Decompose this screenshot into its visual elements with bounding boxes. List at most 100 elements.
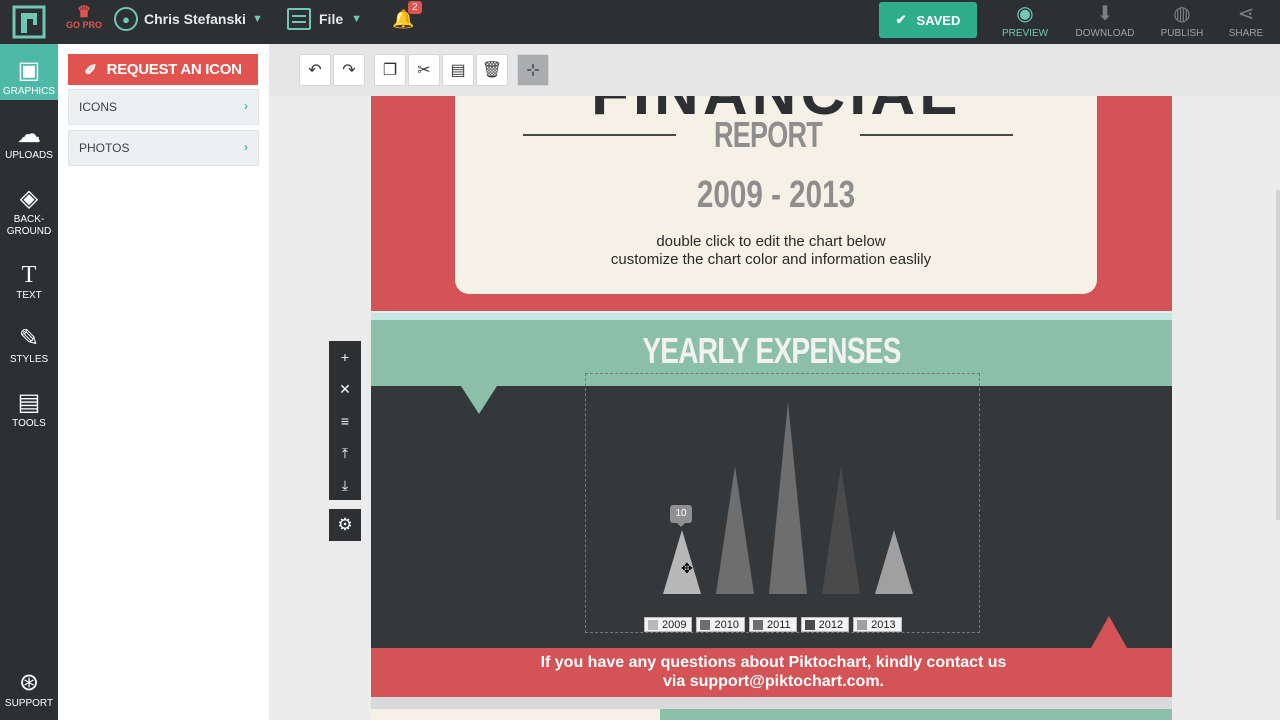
paste-button[interactable]: ▤	[442, 54, 474, 86]
copy-button[interactable]: ❐	[374, 54, 406, 86]
legend-label: 2009	[662, 618, 687, 631]
section-settings-button[interactable]: ⚙	[329, 509, 361, 541]
report-row: REPORT	[523, 114, 1014, 156]
preview-button[interactable]: ◉ PREVIEW	[1001, 0, 1049, 44]
contact-line1[interactable]: If you have any questions about Piktocha…	[371, 654, 1172, 672]
crown-icon: ♛	[76, 4, 92, 21]
section-title[interactable]: YEARLY EXPENSES	[459, 330, 1084, 372]
duplicate-section-button[interactable]: ≡	[329, 405, 361, 437]
title-card: FINANCIAL REPORT 2009 - 2013 double clic…	[455, 96, 1097, 294]
move-section-down-button[interactable]: ⤓	[329, 469, 361, 501]
share-icon: ⋖	[1237, 3, 1255, 25]
chevron-down-icon: ▼	[251, 13, 263, 25]
chart-legend: 2009 2010 2011 2012 2013	[644, 617, 902, 632]
chart-bar-2011[interactable]	[769, 402, 807, 594]
next-section-left	[371, 709, 660, 720]
rail-item-text[interactable]: T TEXT	[0, 260, 58, 302]
legend-swatch	[648, 619, 658, 630]
file-label: File	[319, 11, 344, 27]
rail-item-tools[interactable]: ▤ TOOLS	[0, 388, 58, 430]
chart-bar-2010[interactable]	[716, 466, 754, 594]
yearly-expenses-section[interactable]: YEARLY EXPENSES 10 2009 2010 2011 2012 2013 …	[371, 320, 1172, 648]
accordion-icons[interactable]: ICONS ›	[68, 89, 259, 125]
eye-icon: ◉	[1016, 3, 1034, 25]
close-icon: ✕	[339, 381, 351, 397]
redo-button[interactable]: ↷	[333, 54, 365, 86]
chart-svg	[663, 402, 913, 594]
move-section-up-button[interactable]: ⤒	[329, 437, 361, 469]
grid-guide-button[interactable]: ⊹	[517, 54, 549, 86]
duplicate-icon: ≡	[340, 413, 350, 429]
trash-icon: 🗑	[481, 62, 503, 79]
lifebuoy-icon: ⊛	[18, 669, 40, 696]
chevron-down-icon: ▼	[351, 13, 363, 25]
chart-bar-2013[interactable]	[875, 530, 913, 594]
rail-item-styles[interactable]: ✎ STYLES	[0, 324, 58, 366]
add-section-button[interactable]: +	[329, 341, 361, 373]
divider-line	[860, 134, 1014, 136]
footer-notch	[1091, 616, 1127, 648]
copy-icon: ❐	[382, 62, 398, 79]
image-icon: ▣	[17, 57, 41, 84]
share-button[interactable]: ⋖ SHARE	[1226, 0, 1266, 44]
notifications-button[interactable]: 🔔 2	[392, 1, 422, 30]
redo-icon: ↷	[342, 62, 356, 79]
legend-item-2011: 2011	[748, 617, 797, 632]
paint-bucket-icon: ◈	[19, 185, 39, 212]
rail-item-graphics[interactable]: ▣ GRAPHICS	[0, 44, 65, 100]
scissors-icon: ✂	[417, 62, 431, 79]
download-button[interactable]: ⬇ DOWNLOAD	[1073, 0, 1137, 44]
accordion-photos[interactable]: PHOTOS ›	[68, 130, 259, 166]
chart-container[interactable]: 10 2009 2010 2011 2012 2013 ✥	[585, 373, 980, 633]
year-range[interactable]: 2009 - 2013	[526, 174, 1027, 217]
legend-swatch	[804, 619, 815, 630]
header-notch	[461, 386, 497, 414]
check-icon: ✔	[895, 12, 907, 27]
saved-button[interactable]: ✔ SAVED	[879, 2, 977, 38]
file-icon	[287, 8, 311, 30]
legend-item-2013: 2013	[853, 617, 902, 632]
undo-icon: ↶	[308, 62, 322, 79]
crosshair-icon: ⊹	[526, 62, 540, 79]
left-rail: ▣ GRAPHICS ☁ UPLOADS ◈ BACK- GROUND T TE…	[0, 44, 65, 720]
top-bar: ♛ GO PRO ● Chris Stefanski ▼ File ▼ 🔔 2 …	[0, 0, 1280, 44]
legend-item-2010: 2010	[696, 617, 745, 632]
infographic-canvas[interactable]: FINANCIAL REPORT 2009 - 2013 double clic…	[371, 96, 1172, 720]
chart-tooltip: 10	[670, 505, 692, 527]
report-heading[interactable]: REPORT	[714, 114, 823, 156]
edit-toolbar: ↶ ↷ ❐ ✂ ▤ 🗑 ⊹	[269, 44, 1280, 96]
move-cursor-icon: ✥	[681, 560, 693, 576]
legend-item-2012: 2012	[800, 617, 850, 632]
legend-swatch	[700, 619, 711, 630]
user-menu[interactable]: ● Chris Stefanski ▼	[114, 7, 263, 31]
chevron-right-icon: ›	[244, 140, 248, 154]
edit-hint-line1[interactable]: double click to edit the chart below	[455, 233, 1087, 250]
user-icon: ●	[114, 7, 138, 31]
file-menu[interactable]: File ▼	[287, 8, 362, 30]
delete-button[interactable]: 🗑	[476, 54, 508, 86]
section-tools: + ✕ ≡ ⤒ ⤓	[329, 341, 361, 500]
undo-button[interactable]: ↶	[299, 54, 331, 86]
download-icon: ⬇	[1096, 3, 1114, 25]
contact-line2[interactable]: via support@piktochart.com.	[371, 673, 1172, 691]
piktochart-logo[interactable]	[0, 0, 58, 44]
pen-tool-icon: ✐	[84, 61, 97, 79]
divider-line	[523, 134, 676, 136]
request-icon-button[interactable]: ✐ REQUEST AN ICON	[68, 54, 258, 85]
styles-icon: ✎	[18, 325, 40, 352]
delete-section-button[interactable]: ✕	[329, 373, 361, 405]
gear-icon: ⚙	[337, 515, 353, 534]
edit-hint-line2[interactable]: customize the chart color and informatio…	[455, 251, 1087, 268]
rail-item-background[interactable]: ◈ BACK- GROUND	[0, 184, 58, 238]
cut-button[interactable]: ✂	[408, 54, 440, 86]
legend-label: 2010	[714, 618, 739, 631]
chart-bar-2012[interactable]	[822, 466, 860, 594]
rail-item-uploads[interactable]: ☁ UPLOADS	[0, 120, 58, 162]
rail-item-support[interactable]: ⊛ SUPPORT	[0, 668, 58, 710]
graphics-panel: ✐ REQUEST AN ICON ICONS › PHOTOS ›	[58, 44, 269, 720]
plus-icon: +	[340, 349, 350, 365]
publish-button[interactable]: ◍ PUBLISH	[1160, 0, 1204, 44]
legend-label: 2012	[818, 618, 844, 631]
go-pro-button[interactable]: ♛ GO PRO	[66, 4, 102, 31]
scrollbar[interactable]	[1276, 190, 1280, 520]
